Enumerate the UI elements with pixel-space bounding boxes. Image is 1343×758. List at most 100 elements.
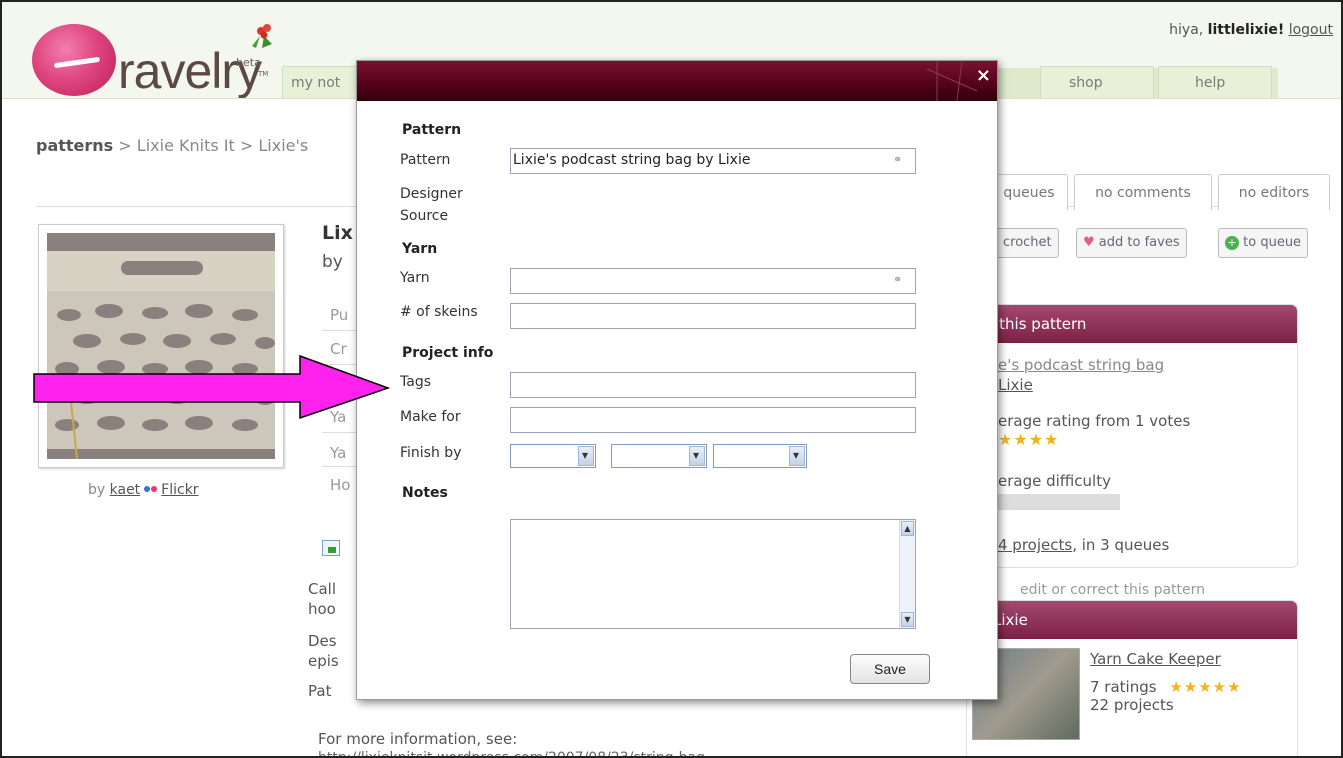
detail-divider <box>322 432 358 433</box>
pattern-title: Lix <box>322 222 353 244</box>
nav-tab-help[interactable]: help <box>1158 66 1272 98</box>
add-to-queue-button[interactable]: + to queue <box>1218 228 1309 258</box>
breadcrumb-separator: > <box>118 136 132 155</box>
detail-row: Ya <box>330 444 347 462</box>
tab-comments[interactable]: no comments <box>1074 174 1212 210</box>
logout-link[interactable]: logout <box>1289 22 1333 38</box>
make-for-field[interactable] <box>510 407 916 433</box>
rating-stars: ★★★★ <box>998 430 1060 449</box>
section-pattern-heading: Pattern <box>402 122 462 138</box>
section-project-info-heading: Project info <box>402 345 494 361</box>
detail-divider <box>322 466 358 467</box>
add-to-faves-button[interactable]: ♥ add to faves <box>1076 228 1187 258</box>
more-info-url[interactable]: http://lixieknitsit.wordpress.com/2007/0… <box>318 750 705 758</box>
more-from-designer-header: e Lixie <box>967 601 1297 639</box>
finish-by-label: Finish by <box>400 445 462 461</box>
about-pattern-header: ut this pattern <box>967 305 1297 343</box>
photo-caption-by: by <box>88 482 106 498</box>
projects-link[interactable]: 4 projects <box>998 536 1072 554</box>
item-ratings: 7 ratings ★★★★★ <box>1090 678 1242 696</box>
breadcrumb: patterns > Lixie Knits It > Lixie's <box>36 136 308 155</box>
detail-row: Pu <box>330 306 349 324</box>
queue-count: , in 3 queues <box>1072 536 1170 554</box>
username: littlelixie! <box>1207 22 1285 38</box>
nav-tab-shop[interactable]: shop <box>1040 66 1154 98</box>
add-project-dialog: × Pattern Pattern Lixie's podcast string… <box>356 60 998 700</box>
pattern-link[interactable]: e's podcast string bag <box>998 356 1164 374</box>
notes-textarea[interactable]: ▲ ▼ <box>510 519 916 629</box>
finish-by-day-select[interactable] <box>611 444 707 468</box>
pattern-label: Pattern <box>400 152 451 168</box>
nav-tab-label: my not <box>291 75 341 91</box>
more-info-url-clip: http://lixieknitsit.wordpress.com/2007/0… <box>318 750 788 758</box>
download-icon[interactable] <box>322 540 340 556</box>
designer-label: Designer <box>400 186 463 202</box>
pattern-byline: by <box>322 252 343 272</box>
ravelry-logo-icon[interactable] <box>32 24 116 96</box>
tab-label: queues <box>1003 185 1055 201</box>
button-label: add to faves <box>1098 235 1180 250</box>
description-line: Des <box>308 632 337 650</box>
breadcrumb-designer[interactable]: Lixie Knits It <box>137 136 235 155</box>
pattern-photo[interactable] <box>38 224 284 468</box>
string-bag-illustration <box>47 233 275 459</box>
more-info-text: For more information, see: <box>318 730 518 748</box>
scroll-down-icon[interactable]: ▼ <box>901 612 914 627</box>
flickr-dot-blue-icon <box>144 486 151 492</box>
breadcrumb-patterns[interactable]: patterns <box>36 136 113 155</box>
flickr-link[interactable]: Flickr <box>161 482 198 498</box>
project-count: 4 projects, in 3 queues <box>998 536 1169 554</box>
link-icon[interactable]: ⚭ <box>893 154 907 166</box>
detail-divider <box>322 330 358 331</box>
button-label: crochet <box>1003 235 1052 250</box>
nav-tab-my-notebook[interactable]: my not <box>282 66 362 98</box>
average-rating: erage rating from 1 votes <box>998 412 1191 430</box>
photo-owner-link[interactable]: kaet <box>110 482 141 498</box>
link-icon[interactable]: ⚭ <box>893 274 907 286</box>
annotation-arrow-icon <box>33 354 391 420</box>
nav-tab-label: shop <box>1069 75 1103 91</box>
chevron-down-icon[interactable] <box>689 446 705 466</box>
designer-link[interactable]: Lixie <box>998 376 1033 394</box>
save-button[interactable]: Save <box>850 654 930 684</box>
description-line: hoo <box>308 600 336 618</box>
pattern-image[interactable] <box>47 233 275 459</box>
skeins-field[interactable] <box>510 303 916 329</box>
chevron-down-icon[interactable] <box>578 446 594 466</box>
logo-text[interactable]: ravelry <box>118 42 262 100</box>
scroll-up-icon[interactable]: ▲ <box>901 521 914 536</box>
detail-row: Ho <box>330 476 351 494</box>
yarn-label: Yarn <box>400 270 430 286</box>
greeting-prefix: hiya, <box>1169 22 1208 38</box>
item-ratings-text: 7 ratings <box>1090 678 1157 696</box>
dialog-title-bar[interactable]: × <box>357 61 997 101</box>
description-line: Pat <box>308 682 332 700</box>
tags-field[interactable] <box>510 372 916 398</box>
description-line: Call <box>308 580 337 598</box>
user-greeting: hiya, littlelixie! logout <box>1169 22 1333 38</box>
photo-caption: by kaet Flickr <box>88 482 199 498</box>
finish-by-month-select[interactable] <box>510 444 596 468</box>
chevron-down-icon[interactable] <box>789 446 805 466</box>
source-label: Source <box>400 208 449 224</box>
crochet-button[interactable]: crochet <box>996 228 1059 258</box>
pattern-field-value: Lixie's podcast string bag by Lixie <box>513 152 751 168</box>
skeins-label: # of skeins <box>400 304 478 320</box>
tab-label: no editors <box>1238 185 1310 201</box>
nav-tab-label: help <box>1195 75 1226 91</box>
edit-pattern-link[interactable]: edit or correct this pattern <box>1020 582 1205 598</box>
yarn-cake-keeper-link[interactable]: Yarn Cake Keeper <box>1090 650 1221 668</box>
notes-scrollbar[interactable]: ▲ ▼ <box>899 520 915 628</box>
section-notes-heading: Notes <box>402 485 448 501</box>
tab-editors[interactable]: no editors <box>1218 174 1330 210</box>
tab-label: no comments <box>1095 185 1191 201</box>
finish-by-year-select[interactable] <box>713 444 807 468</box>
button-label: to queue <box>1243 235 1302 250</box>
tags-label: Tags <box>400 374 431 390</box>
yarn-field[interactable]: ⚭ <box>510 268 916 294</box>
pattern-field[interactable]: Lixie's podcast string bag by Lixie ⚭ <box>510 148 916 174</box>
tab-queues[interactable]: queues <box>990 174 1068 210</box>
close-icon[interactable]: × <box>976 65 991 86</box>
item-rating-stars: ★★★★★ <box>1169 678 1242 696</box>
average-difficulty: erage difficulty <box>998 472 1111 490</box>
